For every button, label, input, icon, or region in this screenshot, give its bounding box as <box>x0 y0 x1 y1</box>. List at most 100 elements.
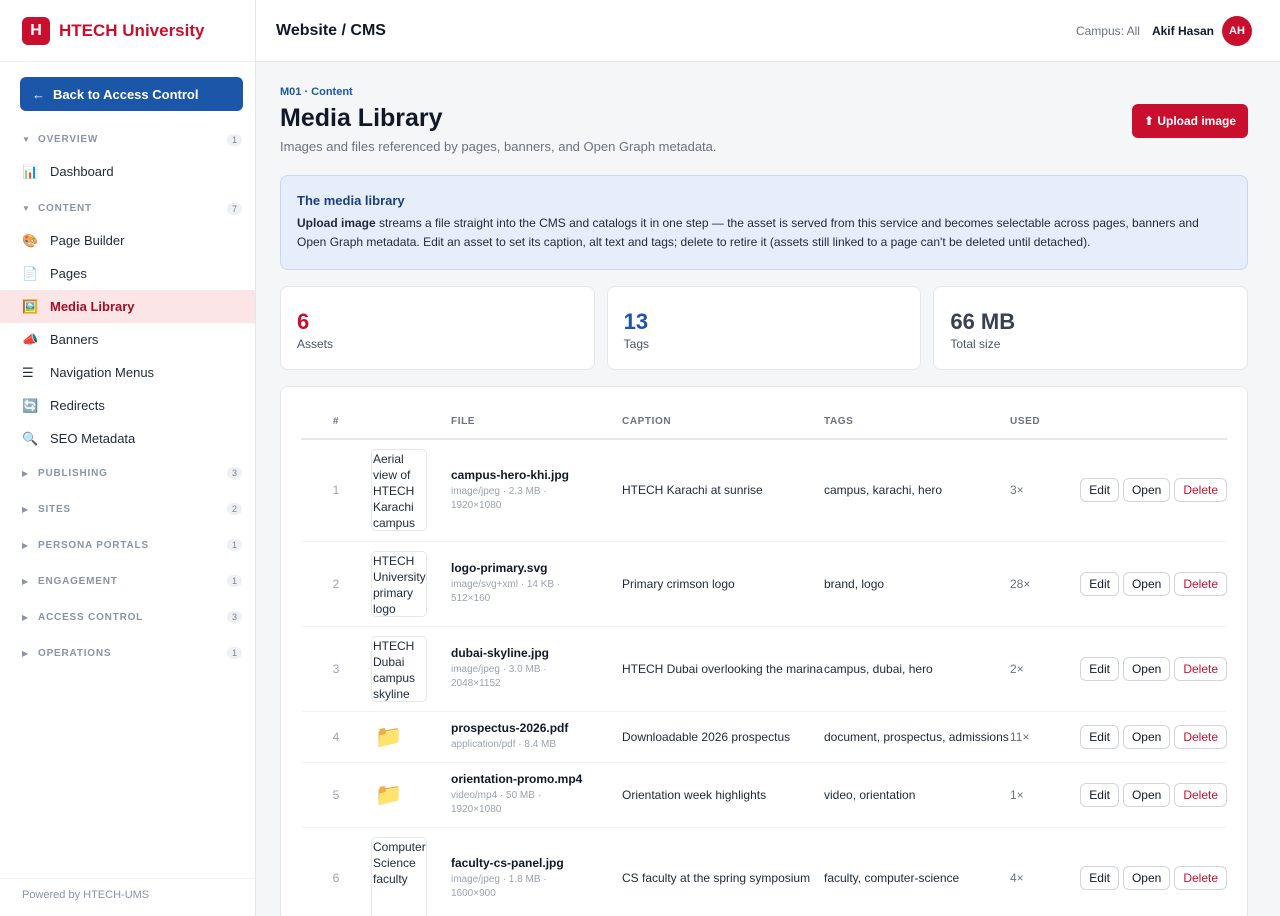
stat-value: 66 MB <box>950 309 1016 334</box>
delete-button[interactable]: Delete <box>1174 656 1227 681</box>
brand-logo-icon: H <box>22 16 50 45</box>
delete-button[interactable]: Delete <box>1174 724 1227 749</box>
section-engagement[interactable]: ▶ ENGAGEMENT 1 <box>0 563 256 599</box>
section-count-badge: 1 <box>226 575 242 587</box>
stats-row: 6 Assets 13 Tags 66 MB Total size <box>280 286 1249 370</box>
caret-down-icon: ▼ <box>22 135 31 144</box>
info-callout: The media library Upload image streams a… <box>280 175 1248 270</box>
file-cell: faculty-cs-panel.jpg image/jpeg · 1.8 MB … <box>451 827 622 916</box>
col-index: # <box>301 387 371 440</box>
file-meta: image/jpeg · 1.8 MB · 1600×900 <box>451 873 622 901</box>
file-meta: image/jpeg · 3.0 MB · 2048×1152 <box>451 663 622 691</box>
open-button[interactable]: Open <box>1122 724 1171 749</box>
thumbnail-image: Computer Science faculty <box>371 837 427 916</box>
sidebar-item-page-builder[interactable]: 🎨 Page Builder <box>0 224 256 257</box>
folder-icon: 📁 <box>375 723 403 749</box>
section-content[interactable]: ▼ CONTENT 7 <box>0 193 256 224</box>
edit-button[interactable]: Edit <box>1080 782 1119 807</box>
page-title: Media Library <box>280 104 443 132</box>
open-button[interactable]: Open <box>1122 656 1171 681</box>
file-meta-type-size: image/jpeg · 1.8 MB · <box>451 873 547 885</box>
edit-button[interactable]: Edit <box>1080 656 1119 681</box>
sidebar-item-dashboard[interactable]: 📊 Dashboard <box>0 155 256 188</box>
media-table-card: # FILE CAPTION TAGS USED 1 Aerial view o… <box>280 386 1248 916</box>
avatar[interactable]: AH <box>1222 15 1252 46</box>
section-count-badge: 3 <box>226 611 242 623</box>
row-index: 3 <box>301 626 371 712</box>
row-index: 4 <box>301 711 371 763</box>
sidebar-item-pages[interactable]: 📄 Pages <box>0 257 256 290</box>
stat-card-assets: 6 Assets <box>280 286 595 370</box>
edit-button[interactable]: Edit <box>1080 724 1119 749</box>
back-button-label: Back to Access Control <box>53 86 199 102</box>
thumbnail-image: Aerial view of HTECH Karachi campus <box>371 449 427 532</box>
actions-cell: Edit Open Delete <box>1070 439 1227 542</box>
upload-image-button[interactable]: ⬆ Upload image <box>1132 104 1248 138</box>
brand[interactable]: H HTECH University <box>0 0 255 62</box>
delete-button[interactable]: Delete <box>1174 571 1227 596</box>
sidebar-item-label: Page Builder <box>50 233 125 248</box>
sidebar-item-label: Navigation Menus <box>50 365 155 380</box>
section-count-badge: 2 <box>226 503 242 515</box>
sidebar-item-banners[interactable]: 📣 Banners <box>0 323 256 356</box>
sidebar-item-label: Banners <box>50 332 99 347</box>
edit-button[interactable]: Edit <box>1080 478 1119 503</box>
thumb-cell: Computer Science faculty <box>371 827 451 916</box>
used-count: 1× <box>1010 762 1070 828</box>
sidebar-item-redirects[interactable]: 🔄 Redirects <box>0 389 256 422</box>
sidebar-item-label: Dashboard <box>50 164 114 179</box>
stat-value: 13 <box>623 309 649 334</box>
section-label: OPERATIONS <box>38 647 112 659</box>
campus-selector[interactable]: Campus: All <box>1076 24 1140 38</box>
file-meta: image/jpeg · 2.3 MB · 1920×1080 <box>451 485 622 513</box>
delete-button[interactable]: Delete <box>1174 866 1227 890</box>
section-access-control[interactable]: ▶ ACCESS CONTROL 3 <box>0 599 256 635</box>
info-text: streams a file straight into the CMS and… <box>297 216 1199 249</box>
open-button[interactable]: Open <box>1122 571 1171 596</box>
delete-button[interactable]: Delete <box>1174 782 1227 807</box>
section-overview[interactable]: ▼ OVERVIEW 1 <box>0 124 256 155</box>
sidebar-item-media-library[interactable]: 🖼️ Media Library <box>0 290 255 323</box>
redirect-icon: 🔄 <box>22 397 39 413</box>
caret-right-icon: ▶ <box>22 576 29 586</box>
search-icon: 🔍 <box>22 430 39 446</box>
caret-right-icon: ▶ <box>22 468 29 478</box>
arrow-left-icon: ← <box>32 86 45 102</box>
tags-cell: brand, logo <box>824 541 1010 627</box>
section-count-badge: 3 <box>226 467 242 479</box>
open-button[interactable]: Open <box>1122 782 1171 807</box>
media-table: # FILE CAPTION TAGS USED 1 Aerial view o… <box>301 387 1227 916</box>
table-row: 3 HTECH Dubai campus skyline dubai-skyli… <box>301 626 1227 712</box>
brand-name: HTECH University <box>59 20 205 40</box>
table-row: 4 📁 prospectus-2026.pdf application/pdf ·… <box>301 711 1227 763</box>
sidebar-item-label: SEO Metadata <box>50 431 136 446</box>
file-cell: orientation-promo.mp4 video/mp4 · 50 MB ·… <box>451 762 622 828</box>
chart-icon: 📊 <box>22 163 39 179</box>
back-to-access-control-button[interactable]: ← Back to Access Control <box>20 77 243 111</box>
thumb-cell: Aerial view of HTECH Karachi campus <box>371 439 451 542</box>
edit-button[interactable]: Edit <box>1080 866 1119 890</box>
tags-cell: video, orientation <box>824 762 1010 828</box>
sidebar-item-navigation-menus[interactable]: ☰ Navigation Menus <box>0 356 256 389</box>
page-subtitle: Images and files referenced by pages, ba… <box>280 139 717 154</box>
row-index: 5 <box>301 762 371 828</box>
section-sites[interactable]: ▶ SITES 2 <box>0 491 256 527</box>
delete-button[interactable]: Delete <box>1174 478 1227 503</box>
sidebar-item-seo-metadata[interactable]: 🔍 SEO Metadata <box>0 422 256 455</box>
col-thumb <box>371 387 451 440</box>
stat-label: Tags <box>623 337 650 351</box>
row-index: 2 <box>301 541 371 627</box>
section-operations[interactable]: ▶ OPERATIONS 1 <box>0 635 256 671</box>
open-button[interactable]: Open <box>1122 866 1171 890</box>
caption-cell: Primary crimson logo <box>622 541 824 627</box>
topbar: Website / CMS Campus: All Akif Hasan AH <box>256 0 1280 62</box>
open-button[interactable]: Open <box>1122 478 1171 503</box>
caption-cell: Downloadable 2026 prospectus <box>622 711 824 763</box>
col-caption: CAPTION <box>622 387 824 440</box>
section-persona-portals[interactable]: ▶ PERSONA PORTALS 1 <box>0 527 256 563</box>
section-publishing[interactable]: ▶ PUBLISHING 3 <box>0 455 256 491</box>
actions-cell: Edit Open Delete <box>1070 762 1227 828</box>
user-name[interactable]: Akif Hasan <box>1152 24 1214 38</box>
file-meta-type-size: application/pdf · 8.4 MB <box>451 739 557 750</box>
edit-button[interactable]: Edit <box>1080 571 1119 596</box>
